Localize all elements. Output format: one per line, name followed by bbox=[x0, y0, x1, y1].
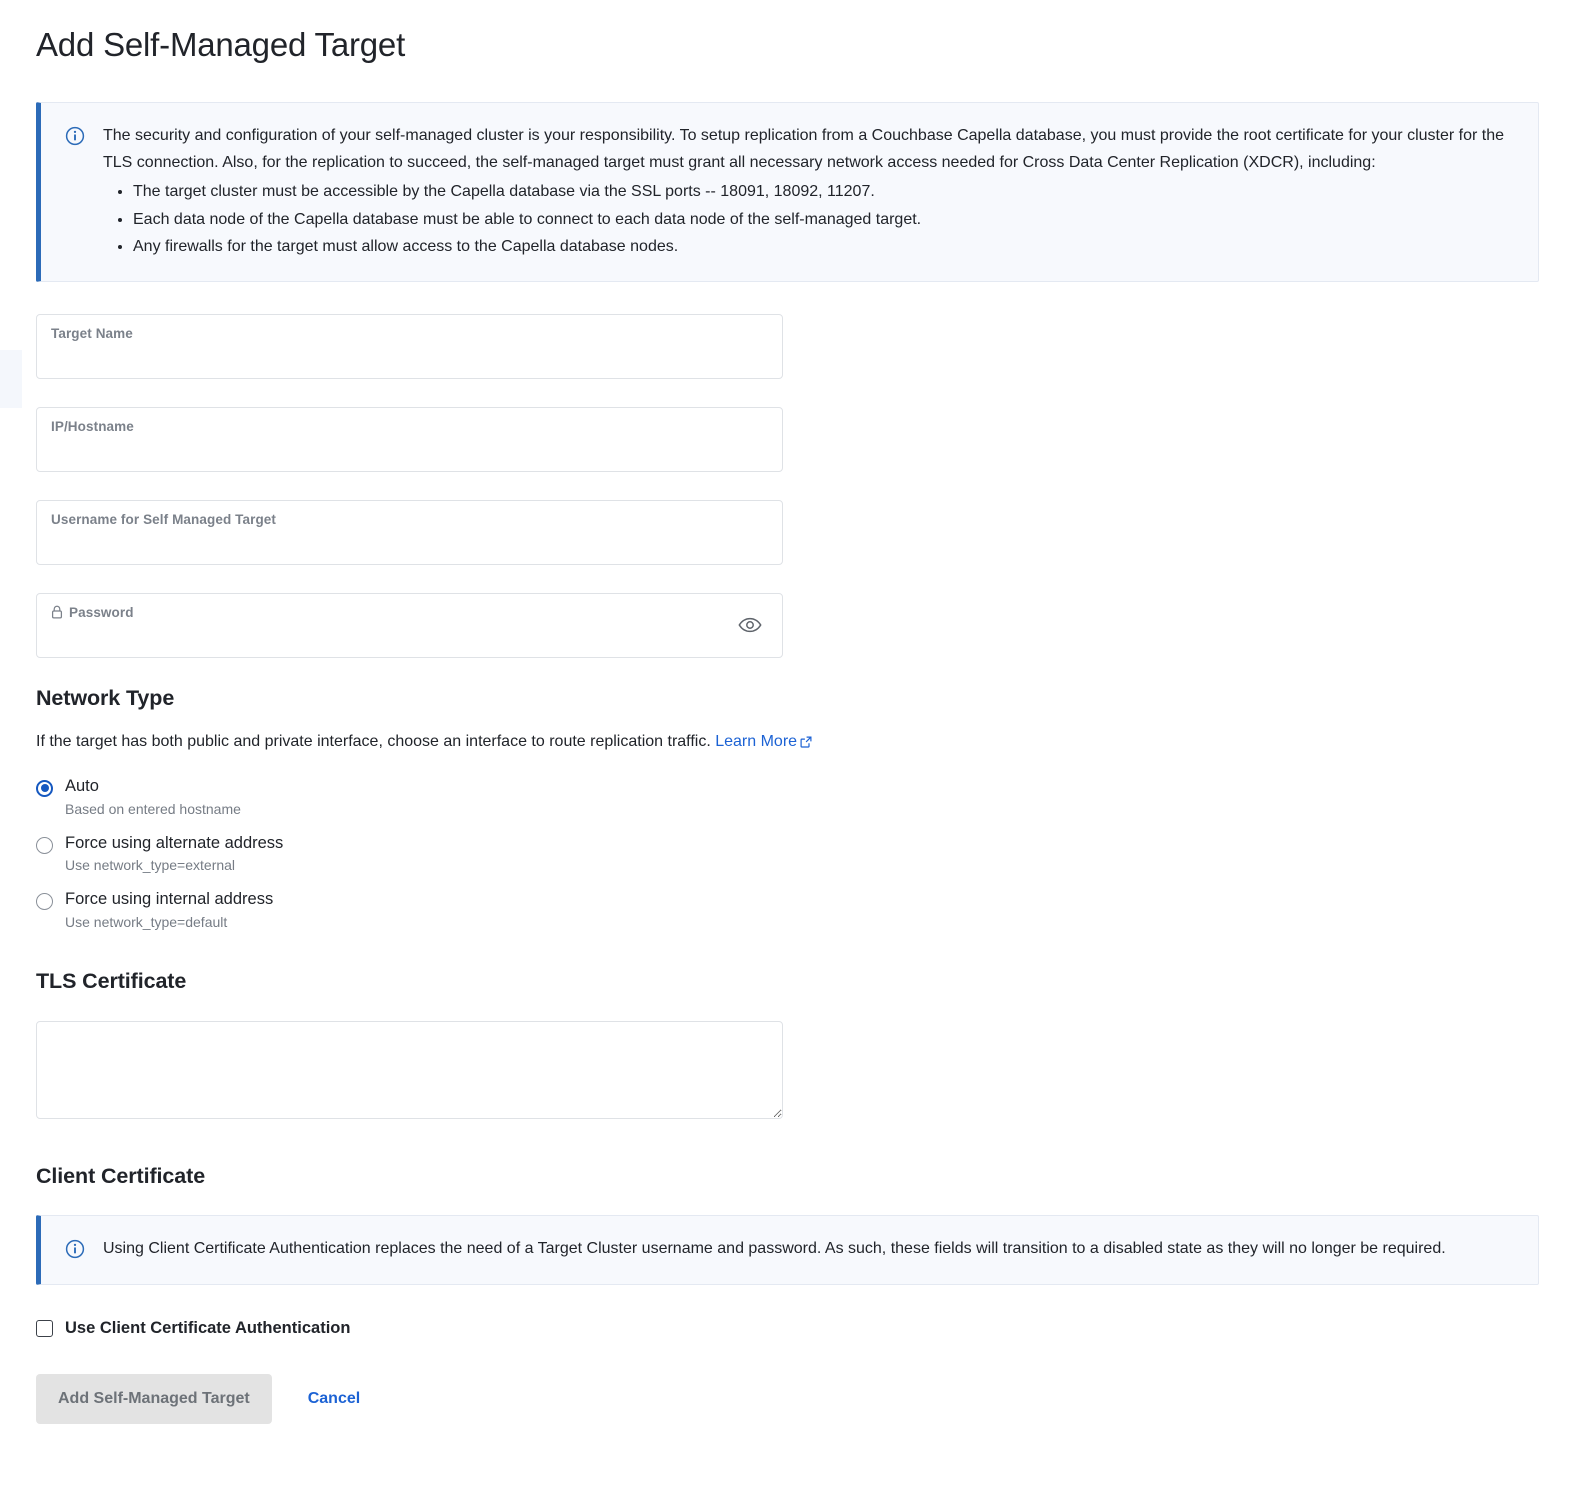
radio-sub-alternate: Use network_type=external bbox=[65, 857, 236, 874]
learn-more-label: Learn More bbox=[715, 732, 798, 750]
username-input[interactable] bbox=[38, 530, 781, 563]
add-self-managed-target-button[interactable]: Add Self-Managed Target bbox=[36, 1373, 272, 1424]
tls-certificate-textarea[interactable] bbox=[36, 1020, 783, 1119]
add-self-managed-target-page: Add Self-Managed Target The security and… bbox=[0, 0, 1575, 1512]
radio-option-alternate[interactable]: Force using alternate address Use networ… bbox=[36, 834, 1539, 875]
password-field[interactable]: Password bbox=[36, 592, 783, 658]
target-name-field[interactable]: Target Name bbox=[36, 313, 783, 379]
network-type-section: Network Type If the target has both publ… bbox=[36, 686, 1539, 931]
network-type-heading: Network Type bbox=[36, 685, 175, 710]
ip-hostname-input[interactable] bbox=[38, 437, 781, 470]
use-client-certificate-row[interactable]: Use Client Certificate Authentication bbox=[36, 1319, 1539, 1338]
password-input[interactable] bbox=[38, 623, 781, 656]
network-type-description-row: If the target has both public and privat… bbox=[36, 733, 1539, 751]
target-name-input[interactable] bbox=[38, 344, 781, 377]
network-type-description: If the target has both public and privat… bbox=[36, 732, 711, 750]
radio-button-auto[interactable] bbox=[36, 779, 53, 797]
username-field[interactable]: Username for Self Managed Target bbox=[36, 499, 783, 565]
eye-icon[interactable] bbox=[738, 617, 762, 634]
list-item: Any firewalls for the target must allow … bbox=[133, 233, 1516, 261]
username-label: Username for Self Managed Target bbox=[51, 511, 277, 527]
tls-certificate-section: TLS Certificate bbox=[36, 969, 1539, 1124]
left-edge-panel-sliver bbox=[0, 350, 22, 408]
list-item: Each data node of the Capella database m… bbox=[133, 206, 1516, 234]
client-certificate-heading: Client Certificate bbox=[36, 1163, 206, 1188]
radio-sub-auto: Based on entered hostname bbox=[65, 800, 241, 817]
radio-label-internal: Force using internal address bbox=[65, 890, 274, 909]
page-content: The security and configuration of your s… bbox=[0, 102, 1575, 1424]
security-info-banner-paragraph: The security and configuration of your s… bbox=[103, 127, 1505, 171]
tls-certificate-heading: TLS Certificate bbox=[36, 968, 187, 993]
radio-option-internal[interactable]: Force using internal address Use network… bbox=[36, 890, 1539, 931]
radio-label-auto: Auto bbox=[65, 776, 99, 795]
client-certificate-section: Client Certificate Using Client Certific… bbox=[36, 1164, 1539, 1338]
use-client-certificate-label: Use Client Certificate Authentication bbox=[65, 1318, 351, 1337]
radio-button-alternate[interactable] bbox=[36, 836, 53, 854]
network-type-radio-group[interactable]: Auto Based on entered hostname Force usi… bbox=[36, 777, 1539, 931]
security-info-banner-body: The security and configuration of your s… bbox=[103, 123, 1516, 261]
password-label-group: Password bbox=[51, 605, 134, 620]
list-item: The target cluster must be accessible by… bbox=[133, 178, 1516, 206]
info-circle-icon bbox=[65, 126, 85, 151]
ip-hostname-field[interactable]: IP/Hostname bbox=[36, 406, 783, 472]
lock-icon bbox=[51, 605, 63, 620]
security-info-banner-bullets: The target cluster must be accessible by… bbox=[103, 178, 1516, 261]
radio-option-auto[interactable]: Auto Based on entered hostname bbox=[36, 777, 1539, 818]
target-name-label: Target Name bbox=[51, 325, 133, 341]
radio-button-internal[interactable] bbox=[36, 893, 53, 911]
target-form: Target Name IP/Hostname Username for Sel… bbox=[36, 313, 783, 658]
client-certificate-info-banner: Using Client Certificate Authentication … bbox=[36, 1214, 1539, 1285]
radio-sub-internal: Use network_type=default bbox=[65, 913, 228, 930]
client-certificate-banner-text: Using Client Certificate Authentication … bbox=[103, 1239, 1446, 1257]
external-link-icon bbox=[800, 736, 812, 748]
password-label: Password bbox=[69, 604, 134, 620]
form-actions: Add Self-Managed Target Cancel bbox=[36, 1373, 1539, 1424]
page-title: Add Self-Managed Target bbox=[36, 26, 406, 63]
radio-label-alternate: Force using alternate address bbox=[65, 833, 284, 852]
ip-hostname-label: IP/Hostname bbox=[51, 418, 134, 434]
use-client-certificate-checkbox[interactable] bbox=[36, 1319, 53, 1337]
security-info-banner: The security and configuration of your s… bbox=[36, 102, 1539, 282]
learn-more-link[interactable]: Learn More bbox=[715, 733, 812, 751]
info-circle-icon bbox=[65, 1239, 85, 1264]
cancel-button[interactable]: Cancel bbox=[290, 1390, 378, 1408]
